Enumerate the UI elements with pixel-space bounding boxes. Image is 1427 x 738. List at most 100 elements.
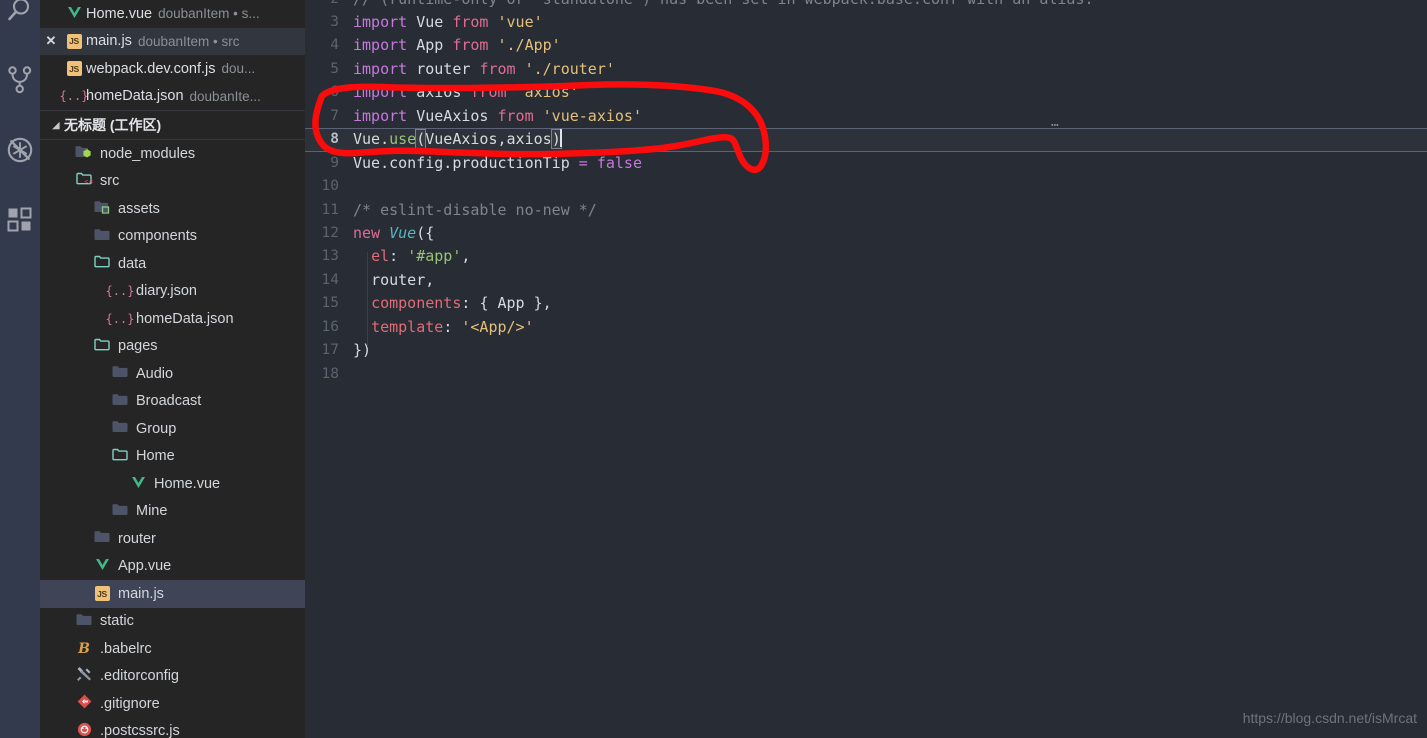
folder-icon	[112, 365, 128, 382]
token-keyword: import	[353, 106, 408, 125]
tree-item-icon: B	[74, 641, 94, 657]
tree-item-label: .babelrc	[100, 640, 152, 657]
tree-item-main-js[interactable]: JS main.js	[40, 580, 305, 608]
line-content: el: '#app',	[353, 245, 1427, 268]
tree-item-group[interactable]: Group	[40, 415, 305, 443]
folder-icon	[76, 613, 92, 630]
token-string: 'vue-axios'	[542, 106, 642, 125]
open-editor-item[interactable]: ✕Home.vuedoubanItem • s...	[40, 0, 305, 28]
tree-item-icon	[92, 200, 112, 218]
open-editor-filename: main.js	[86, 33, 132, 50]
tree-item-router[interactable]: router	[40, 525, 305, 553]
close-icon[interactable]: ✕	[40, 33, 62, 49]
line-content: // (runtime-only or 'standalone') has be…	[353, 0, 1427, 11]
token-class: Vue	[389, 223, 417, 242]
code-line-10[interactable]: 10	[305, 175, 1427, 198]
token-arguments: VueAxios,axios	[425, 130, 552, 149]
tree-item-icon	[110, 448, 130, 465]
token-from: from	[470, 83, 507, 102]
tree-item-icon	[74, 613, 94, 630]
token-operator: =	[578, 153, 588, 172]
code-line-11[interactable]: 11 /* eslint-disable no-new */	[305, 199, 1427, 222]
open-editor-item[interactable]: ✕JSwebpack.dev.conf.jsdou...	[40, 55, 305, 83]
code-line-18[interactable]: 18	[305, 363, 1427, 386]
collapse-caret-icon[interactable]: ◢	[48, 120, 64, 131]
folder-icon	[94, 530, 110, 547]
code-line-17[interactable]: 17 })	[305, 339, 1427, 362]
code-line-5[interactable]: 5 import router from './router'	[305, 58, 1427, 81]
open-editor-item[interactable]: ✕{..}homeData.jsondoubanIte...	[40, 83, 305, 111]
line-number: 9	[330, 154, 339, 171]
tree-item--babelrc[interactable]: B .babelrc	[40, 635, 305, 663]
folder-open-icon	[112, 448, 128, 465]
tree-item--gitignore[interactable]: .gitignore	[40, 690, 305, 718]
code-line-7[interactable]: 7 import VueAxios from 'vue-axios' ⋯	[305, 105, 1427, 133]
token-from: from	[479, 59, 516, 78]
code-line-14[interactable]: 14 router,	[305, 269, 1427, 292]
tree-item-icon	[110, 503, 130, 520]
folder-icon	[112, 420, 128, 437]
token-identifier: axios	[416, 83, 462, 102]
tree-item-audio[interactable]: Audio	[40, 360, 305, 388]
tree-item-label: Group	[136, 420, 177, 437]
tree-item-node-modules[interactable]: node_modules	[40, 140, 305, 168]
tree-item--postcssrc-js[interactable]: .postcssrc.js	[40, 718, 305, 738]
token-string: 'axios'	[515, 83, 579, 102]
tree-item-label: homeData.json	[136, 310, 234, 327]
token-string: './router'	[524, 59, 615, 78]
open-editor-path: dou...	[221, 61, 256, 77]
tree-item-pages[interactable]: pages	[40, 333, 305, 361]
code-line-16[interactable]: 16 template: '<App/>'	[305, 316, 1427, 339]
line-number: 8	[330, 131, 339, 148]
indent-guide	[367, 252, 368, 347]
code-line-15[interactable]: 15 components: { App },	[305, 292, 1427, 315]
token-keyword: import	[353, 59, 408, 78]
tree-item-static[interactable]: static	[40, 608, 305, 636]
code-line-6[interactable]: 6 import axios from 'axios'	[305, 81, 1427, 104]
line-content: new Vue({	[353, 222, 1427, 245]
line-number: 11	[321, 201, 339, 218]
line-number: 2	[305, 0, 353, 11]
open-editors-list: ✕ Home.vue doubanItem • s... ✕JSmain.js doub…	[40, 0, 305, 110]
tree-item-diary-json[interactable]: {..} diary.json	[40, 278, 305, 306]
open-editor-item[interactable]: ✕ JS main.js doubanItem • src	[40, 27, 305, 55]
token-from: from	[497, 106, 534, 125]
tree-item-assets[interactable]: assets	[40, 195, 305, 223]
code-line-2[interactable]: 2 // (runtime-only or 'standalone') has …	[305, 0, 1427, 11]
code-line-4[interactable]: 4 import App from './App'	[305, 34, 1427, 57]
tree-item-data[interactable]: data	[40, 250, 305, 278]
token-object: Vue	[353, 130, 381, 149]
tree-item-app-vue[interactable]: App.vue	[40, 553, 305, 581]
tree-item-icon: JS	[92, 586, 112, 602]
tree-item--editorconfig[interactable]: .editorconfig	[40, 663, 305, 691]
line-number: 16	[321, 318, 339, 335]
json-icon: {..}	[105, 284, 135, 299]
line-number: 12	[321, 224, 339, 241]
vue-icon	[95, 558, 110, 574]
code-line-3[interactable]: 3 import Vue from 'vue'	[305, 11, 1427, 34]
tree-item-components[interactable]: components	[40, 223, 305, 251]
workspace-root-header[interactable]: ◢ 无标题 (工作区)	[40, 110, 305, 140]
tree-item-icon	[110, 365, 130, 382]
vscode-window: ✕ Home.vue doubanItem • s... ✕JSmain.js doub…	[0, 0, 1427, 738]
extensions-icon[interactable]	[0, 196, 40, 244]
code-lines[interactable]: 2 // (runtime-only or 'standalone') has …	[305, 0, 1427, 738]
tree-item-icon	[92, 338, 112, 355]
code-editor[interactable]: 2 // (runtime-only or 'standalone') has …	[305, 0, 1427, 738]
code-line-12[interactable]: 12 new Vue({	[305, 222, 1427, 245]
tree-item-homedata-json[interactable]: {..} homeData.json	[40, 305, 305, 333]
tree-item-broadcast[interactable]: Broadcast	[40, 388, 305, 416]
source-control-icon[interactable]	[0, 56, 40, 104]
tree-item-home-vue[interactable]: Home.vue	[40, 470, 305, 498]
code-line-13[interactable]: 13 el: '#app',	[305, 245, 1427, 268]
token-property: components	[371, 294, 462, 313]
tree-item-src[interactable]: </> src	[40, 168, 305, 196]
tree-item-home[interactable]: Home	[40, 443, 305, 471]
token-string: './App'	[497, 36, 561, 55]
code-line-9[interactable]: 9 Vue.config.productionTip = false	[305, 152, 1427, 175]
run-debug-disabled-icon[interactable]	[0, 126, 40, 174]
search-icon[interactable]	[0, 0, 40, 34]
tree-item-mine[interactable]: Mine	[40, 498, 305, 526]
tree-item-icon	[92, 228, 112, 245]
code-line-8[interactable]: 8 Vue.use(VueAxios,axios)	[305, 128, 1427, 152]
